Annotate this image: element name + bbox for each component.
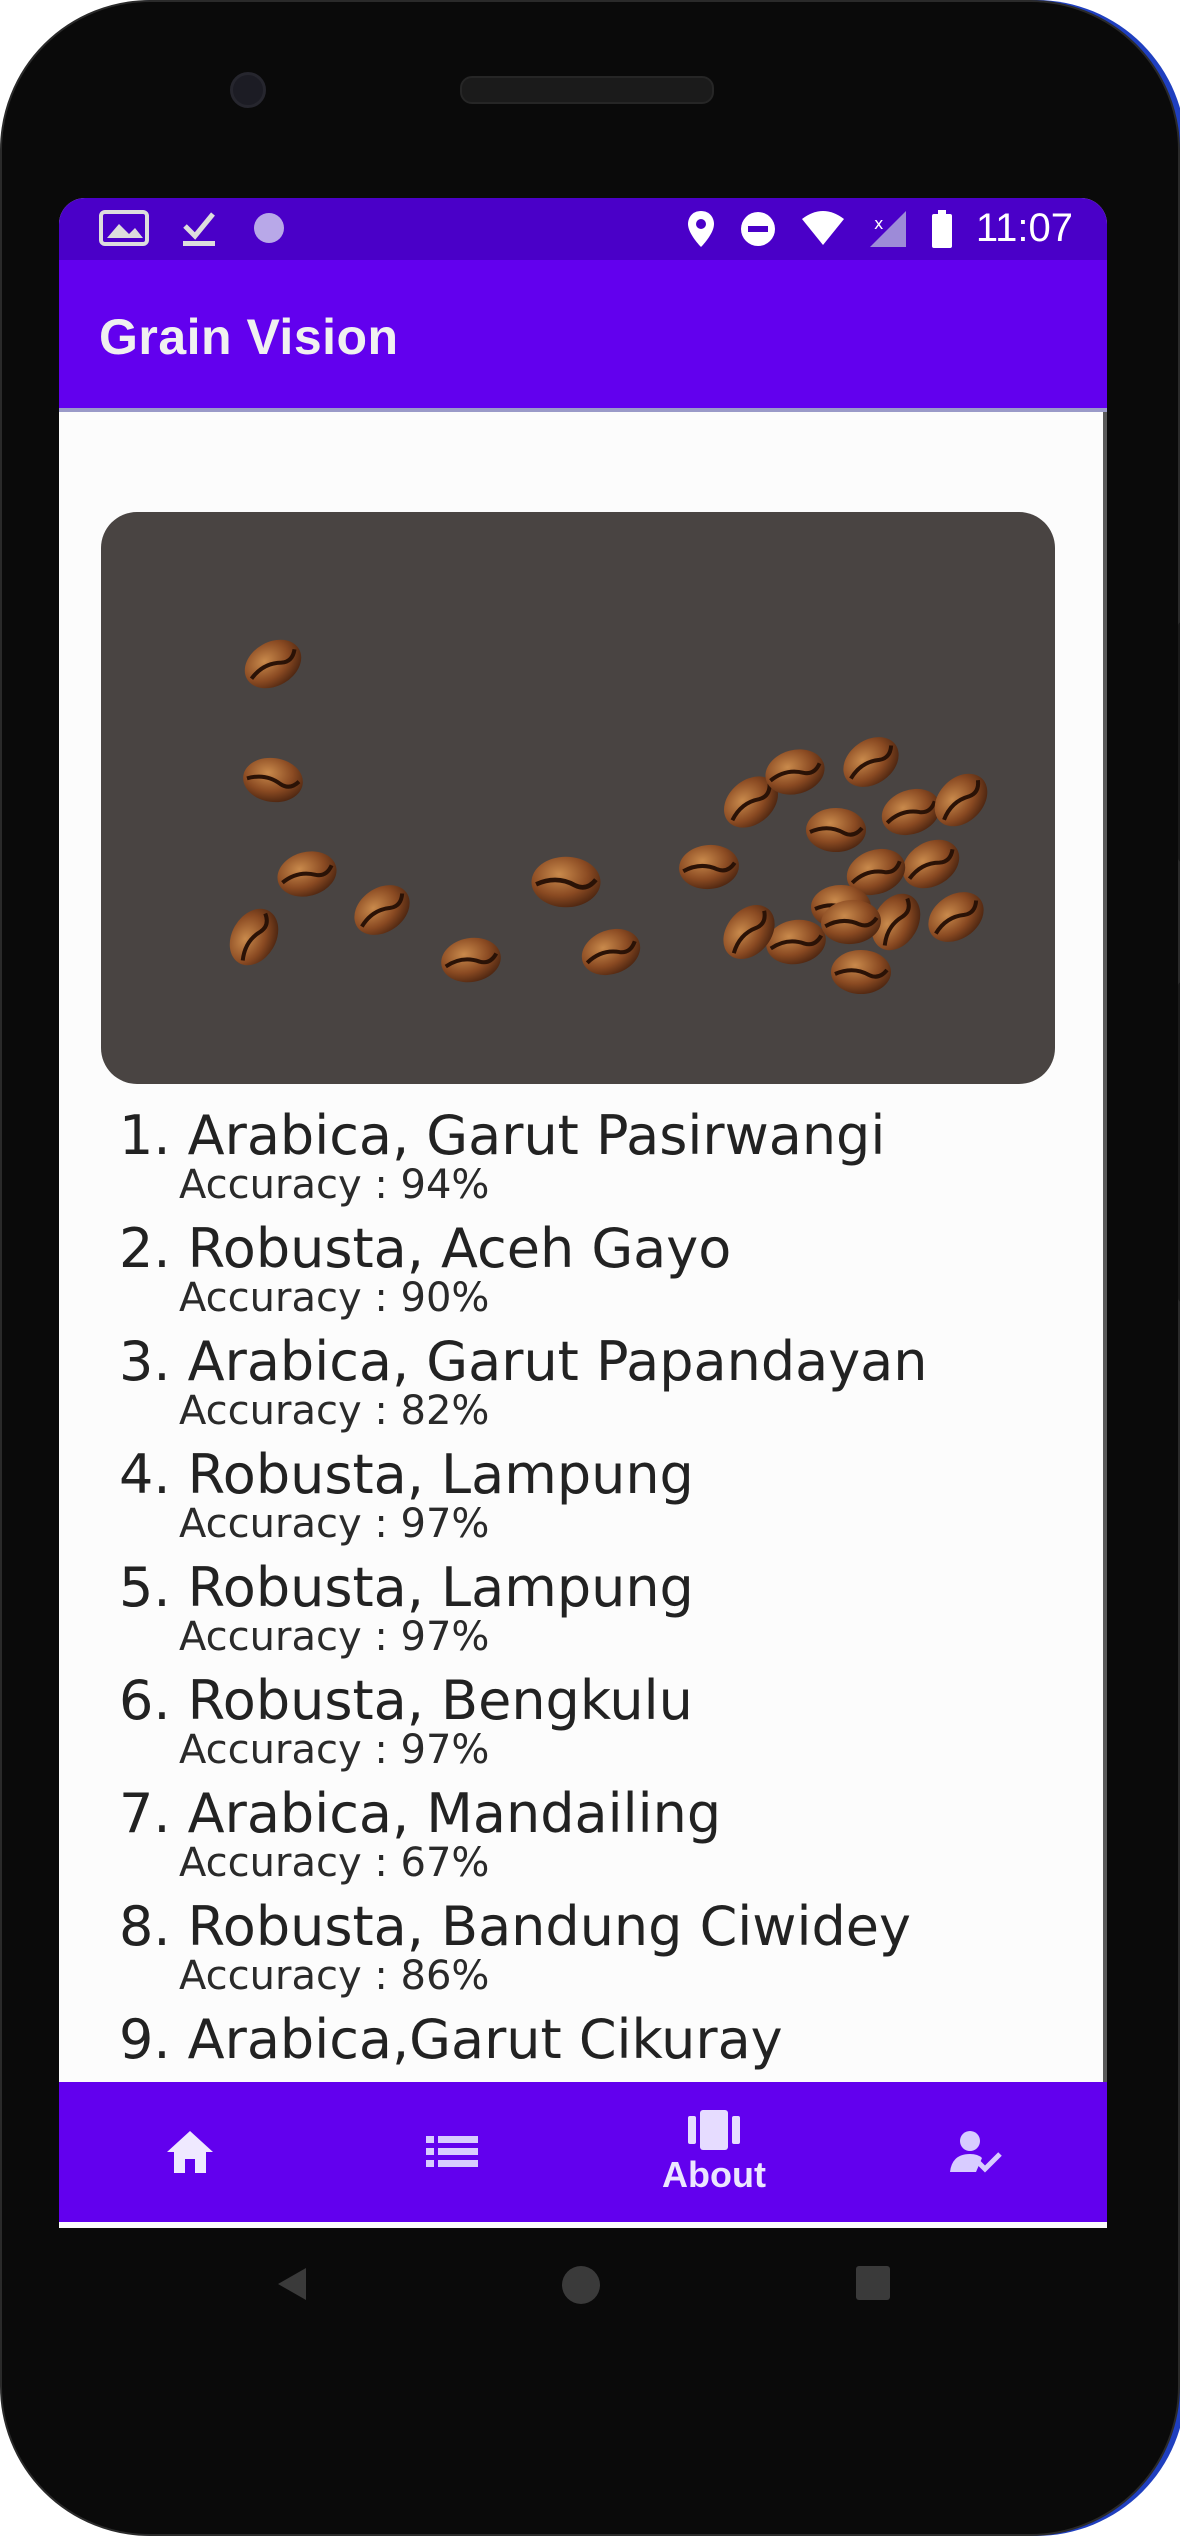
result-item: 6. Robusta, Bengkulu Accuracy : 97% — [119, 1669, 1099, 1782]
gallery-icon — [99, 210, 149, 246]
result-accuracy: Accuracy : 82% — [179, 1388, 490, 1434]
result-item: 8. Robusta, Bandung Ciwidey Accuracy : 86… — [119, 1895, 1099, 2008]
coffee-bean — [277, 851, 337, 897]
coffee-bean — [831, 950, 891, 994]
circle-notification-icon — [254, 213, 284, 243]
status-bar: x 11:07 — [59, 198, 1107, 260]
battery-icon — [931, 209, 952, 248]
result-item: 1. Arabica, Garut Pasirwangi Accuracy : 9… — [119, 1104, 1099, 1217]
coffee-bean — [843, 737, 899, 787]
coffee-bean — [229, 908, 279, 966]
result-title: 6. Robusta, Bengkulu — [119, 1669, 693, 1732]
result-item: 2. Robusta, Aceh Gayo Accuracy : 90% — [119, 1217, 1099, 1330]
result-accuracy: Accuracy : 86% — [179, 1953, 490, 1999]
check-download-icon — [183, 212, 215, 246]
back-nav-icon[interactable] — [272, 2264, 312, 2304]
result-title: 8. Robusta, Bandung Ciwidey — [119, 1895, 911, 1958]
app-bar: Grain Vision — [59, 260, 1107, 412]
result-title: 1. Arabica, Garut Pasirwangi — [119, 1104, 886, 1167]
nav-home[interactable] — [59, 2082, 321, 2222]
nav-about[interactable]: About — [583, 2082, 845, 2222]
status-time: 11:07 — [975, 206, 1073, 250]
app-title: Grain Vision — [99, 309, 399, 365]
result-item: 5. Robusta, Lampung Accuracy : 97% — [119, 1556, 1099, 1669]
coffee-bean — [581, 928, 641, 976]
front-camera — [230, 72, 266, 108]
coffee-bean — [243, 757, 303, 803]
result-item: 3. Arabica, Garut Papandayan Accuracy : 8… — [119, 1330, 1099, 1443]
coffee-beans-illustration — [229, 639, 988, 994]
result-accuracy: Accuracy : 90% — [179, 1275, 490, 1321]
screen: x 11:07 Grain Vision 1. Arabica, Garut P… — [59, 198, 1107, 2228]
home-nav-icon[interactable] — [560, 2264, 602, 2306]
result-accuracy: Accuracy : 97% — [179, 1727, 490, 1773]
nav-list[interactable] — [321, 2082, 583, 2222]
about-icon — [688, 2110, 740, 2150]
result-title: 7. Arabica, Mandailing — [119, 1782, 722, 1845]
earpiece-speaker — [460, 76, 714, 104]
coffee-bean — [902, 839, 960, 889]
coffee-bean — [806, 808, 866, 852]
content-divider — [1103, 412, 1107, 2082]
result-title: 4. Robusta, Lampung — [119, 1443, 694, 1506]
svg-text:x: x — [874, 214, 883, 233]
no-signal-icon: x — [869, 210, 906, 247]
location-icon — [687, 210, 714, 247]
wifi-icon — [801, 210, 844, 245]
coffee-bean — [928, 892, 984, 942]
nav-about-label: About — [662, 2154, 766, 2195]
nav-profile[interactable] — [845, 2082, 1107, 2222]
result-item: 4. Robusta, Lampung Accuracy : 97% — [119, 1443, 1099, 1556]
result-title: 5. Robusta, Lampung — [119, 1556, 694, 1619]
user-check-icon — [950, 2131, 1002, 2173]
list-icon — [426, 2136, 478, 2167]
coffee-bean — [531, 856, 601, 908]
coffee-bean — [441, 937, 501, 983]
do-not-disturb-icon — [740, 211, 775, 246]
coffee-bean — [244, 639, 302, 689]
bottom-navigation: About — [59, 2082, 1107, 2222]
results-list: 1. Arabica, Garut Pasirwangi Accuracy : 9… — [119, 1104, 1099, 2121]
coffee-beans-image — [101, 512, 1055, 1084]
coffee-bean — [679, 844, 739, 890]
result-accuracy: Accuracy : 97% — [179, 1614, 490, 1660]
coffee-bean — [354, 885, 410, 935]
result-title: 3. Arabica, Garut Papandayan — [119, 1330, 928, 1393]
result-accuracy: Accuracy : 94% — [179, 1162, 490, 1208]
result-accuracy: Accuracy : 67% — [179, 1840, 490, 1886]
recents-nav-icon[interactable] — [854, 2264, 892, 2302]
home-icon — [167, 2131, 213, 2173]
result-accuracy: Accuracy : 97% — [179, 1501, 490, 1547]
result-title: 9. Arabica,Garut Cikuray — [119, 2008, 783, 2071]
phone-frame: x 11:07 Grain Vision 1. Arabica, Garut P… — [0, 0, 1180, 2536]
result-item: 7. Arabica, Mandailing Accuracy : 67% — [119, 1782, 1099, 1895]
result-title: 2. Robusta, Aceh Gayo — [119, 1217, 732, 1280]
